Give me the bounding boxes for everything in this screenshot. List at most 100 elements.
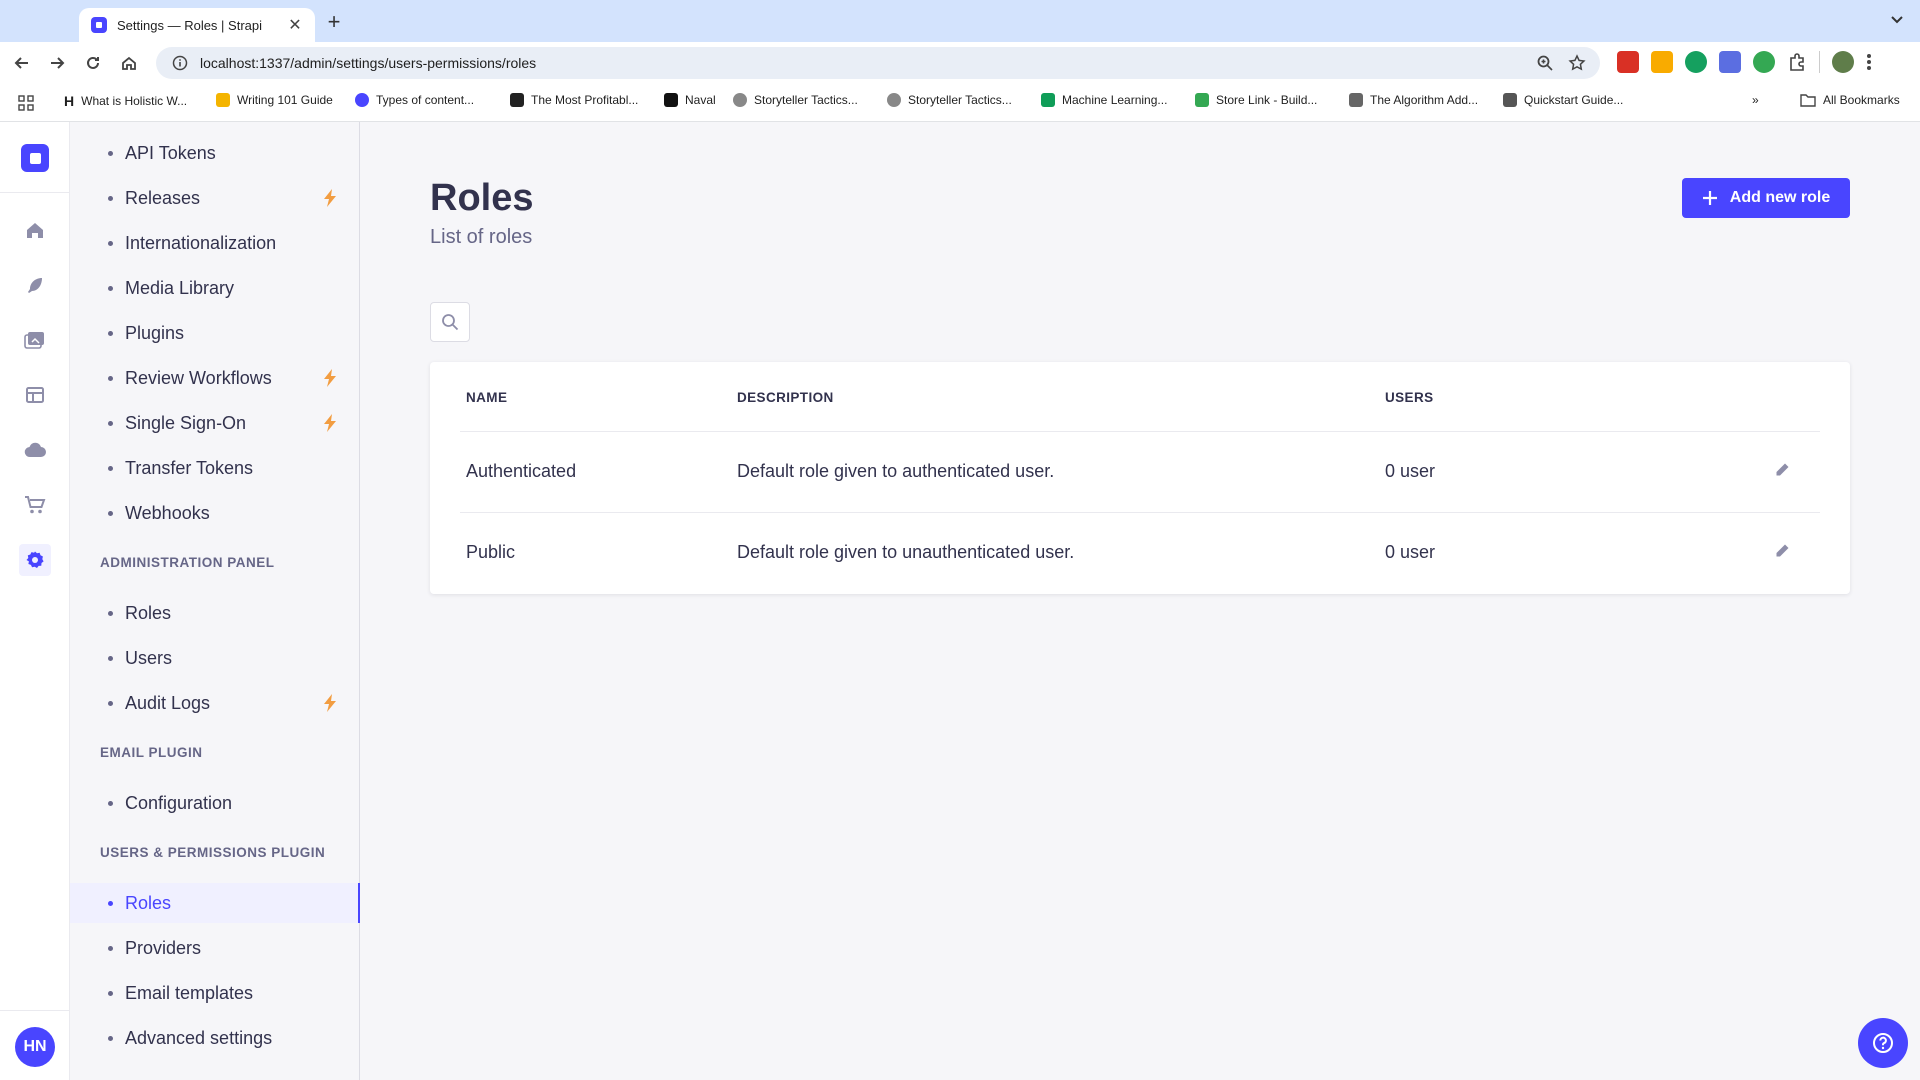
cloud-nav-button[interactable]: [19, 434, 51, 466]
marketplace-nav-button[interactable]: [19, 489, 51, 521]
extension-green-icon[interactable]: [1753, 51, 1775, 73]
shopping-cart-icon: [25, 496, 46, 514]
bookmark-favicon-icon: [1195, 93, 1209, 107]
lightning-bolt-icon: [324, 414, 336, 432]
subnav-item-configuration[interactable]: Configuration: [70, 783, 360, 823]
edit-role-button[interactable]: [1770, 539, 1794, 563]
extensions-area: [1617, 51, 1872, 73]
profile-avatar-icon[interactable]: [1832, 51, 1854, 73]
new-tab-button[interactable]: +: [322, 9, 346, 35]
bookmark-favicon-icon: [355, 93, 369, 107]
close-tab-icon[interactable]: ✕: [287, 15, 303, 35]
subnav-item-api-tokens[interactable]: API Tokens: [70, 133, 360, 173]
bookmark-item[interactable]: The Algorithm Add...: [1349, 93, 1478, 107]
subnav-item-admin-roles[interactable]: Roles: [70, 593, 360, 633]
bookmark-item[interactable]: Storyteller Tactics...: [887, 93, 1012, 107]
role-user-count: 0 user: [1385, 461, 1436, 481]
address-bar[interactable]: localhost:1337/admin/settings/users-perm…: [156, 47, 1600, 79]
grammarly-icon[interactable]: [1685, 51, 1707, 73]
question-mark-icon: [1873, 1033, 1893, 1053]
feather-icon: [28, 278, 42, 293]
images-icon: [24, 332, 44, 349]
bookmark-favicon-icon: [664, 93, 678, 107]
gear-icon: [26, 551, 44, 568]
plus-icon: [1702, 191, 1717, 205]
back-button[interactable]: [10, 51, 34, 75]
subnav-item-providers[interactable]: Providers: [70, 928, 360, 968]
bullet-dot: [108, 330, 113, 336]
strapi-logo-icon[interactable]: [21, 144, 49, 172]
role-description: Default role given to authenticated user…: [737, 461, 1055, 481]
subnav-item-advanced-settings[interactable]: Advanced settings: [70, 1018, 360, 1058]
subnav-item-audit-logs[interactable]: Audit Logs: [70, 683, 360, 723]
bookmark-item[interactable]: The Most Profitabl...: [510, 93, 638, 107]
lightning-bolt-icon: [324, 694, 336, 712]
settings-nav-button[interactable]: [19, 544, 51, 576]
all-bookmarks-button[interactable]: All Bookmarks: [1800, 93, 1900, 107]
bullet-dot: [108, 800, 113, 806]
search-button[interactable]: [430, 302, 470, 342]
toolbar-divider: [1819, 51, 1820, 73]
extension-blue-icon[interactable]: [1719, 51, 1741, 73]
bookmark-favicon-icon: [510, 93, 524, 107]
more-bookmarks-button[interactable]: »: [1752, 93, 1759, 107]
puzzle-extensions-icon[interactable]: [1787, 52, 1807, 72]
browser-tab[interactable]: Settings — Roles | Strapi ✕: [79, 8, 315, 42]
home-nav-button[interactable]: [19, 214, 51, 246]
subnav-item-email-templates[interactable]: Email templates: [70, 973, 360, 1013]
layout-icon: [26, 387, 44, 403]
subnav-item-webhooks[interactable]: Webhooks: [70, 493, 360, 533]
bookmark-star-icon[interactable]: [1568, 54, 1586, 72]
reload-button[interactable]: [81, 51, 105, 75]
bullet-dot: [108, 195, 113, 201]
roles-table: NAME DESCRIPTION USERS Authenticated Def…: [430, 362, 1850, 594]
bookmark-item[interactable]: Writing 101 Guide: [216, 93, 333, 107]
bullet-dot: [108, 510, 113, 516]
bullet-dot: [108, 655, 113, 661]
subnav-item-single-sign-on[interactable]: Single Sign-On: [70, 403, 360, 443]
help-button[interactable]: [1858, 1018, 1908, 1068]
subnav-item-review-workflows[interactable]: Review Workflows: [70, 358, 360, 398]
site-info-icon[interactable]: [172, 55, 188, 71]
add-new-role-button[interactable]: Add new role: [1682, 178, 1850, 218]
content-type-builder-nav-button[interactable]: [19, 269, 51, 301]
tab-search-chevron-icon[interactable]: [1888, 10, 1906, 28]
pencil-favicon-icon: [216, 93, 230, 107]
subnav-item-users[interactable]: Users: [70, 638, 360, 678]
section-heading-email-plugin: EMAIL PLUGIN: [100, 745, 203, 760]
role-name: Public: [466, 542, 516, 562]
apps-grid-icon[interactable]: [18, 95, 34, 111]
user-avatar[interactable]: HN: [15, 1027, 55, 1067]
subnav-item-releases[interactable]: Releases: [70, 178, 360, 218]
bookmark-item[interactable]: Storyteller Tactics...: [733, 93, 858, 107]
extension-yellow-icon[interactable]: [1651, 51, 1673, 73]
browser-toolbar: localhost:1337/admin/settings/users-perm…: [0, 42, 1920, 84]
table-row[interactable]: Public Default role given to unauthentic…: [430, 513, 1850, 593]
bookmark-favicon-icon: [1503, 93, 1517, 107]
lightning-bolt-icon: [324, 369, 336, 387]
subnav-item-roles-active[interactable]: Roles: [70, 883, 360, 923]
subnav-item-plugins[interactable]: Plugins: [70, 313, 360, 353]
bookmark-item[interactable]: H What is Holistic W...: [64, 93, 187, 109]
page-title: Roles: [430, 177, 534, 219]
table-row[interactable]: Authenticated Default role given to auth…: [430, 432, 1850, 512]
zoom-icon[interactable]: [1536, 54, 1554, 72]
bookmark-item[interactable]: Quickstart Guide...: [1503, 93, 1623, 107]
home-button[interactable]: [117, 51, 141, 75]
edit-role-button[interactable]: [1770, 458, 1794, 482]
subnav-item-internationalization[interactable]: Internationalization: [70, 223, 360, 263]
forward-button[interactable]: [45, 51, 69, 75]
media-library-nav-button[interactable]: [19, 324, 51, 356]
subnav-item-transfer-tokens[interactable]: Transfer Tokens: [70, 448, 360, 488]
bookmark-item[interactable]: Machine Learning...: [1041, 93, 1167, 107]
extension-red-icon[interactable]: [1617, 51, 1639, 73]
subnav-item-media-library[interactable]: Media Library: [70, 268, 360, 308]
bookmark-item[interactable]: Naval: [664, 93, 716, 107]
content-manager-nav-button[interactable]: [19, 379, 51, 411]
reload-icon: [87, 56, 99, 69]
kebab-menu-icon[interactable]: [1866, 52, 1872, 72]
pencil-icon: [1776, 544, 1789, 557]
bookmark-item[interactable]: Types of content...: [355, 93, 474, 107]
bookmark-item[interactable]: Store Link - Build...: [1195, 93, 1317, 107]
settings-subnav: API Tokens Releases Internationalization…: [70, 122, 360, 1080]
